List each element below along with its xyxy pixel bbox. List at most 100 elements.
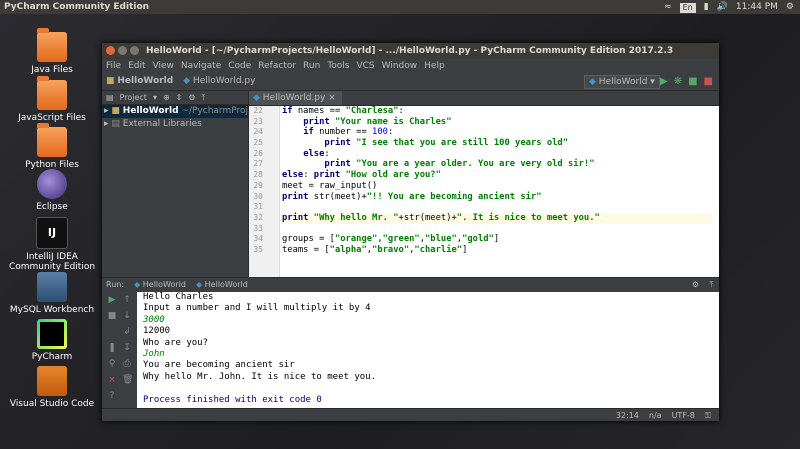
active-app-name: PyCharm Community Edition	[4, 2, 150, 12]
desktop-icon-mysql-workbench[interactable]: MySQL Workbench	[2, 272, 102, 315]
menu-view[interactable]: View	[153, 59, 174, 73]
hide-icon[interactable]: ⤒	[709, 278, 713, 292]
menu-bar: File Edit View Navigate Code Refactor Ru…	[102, 59, 719, 73]
soft-wrap-icon[interactable]: ↲	[122, 327, 132, 337]
minimize-window-button[interactable]	[118, 46, 127, 55]
menu-help[interactable]: Help	[424, 59, 445, 73]
delete-icon[interactable]: 🗑	[122, 375, 133, 385]
line-number: 35	[253, 244, 263, 254]
collapse-icon[interactable]: ⇕	[176, 91, 183, 104]
settings-gear-icon[interactable]: ⚙	[786, 0, 794, 14]
debug-icon[interactable]: ❋	[674, 73, 682, 90]
close-window-button[interactable]	[106, 46, 115, 55]
wifi-icon[interactable]: ≈	[664, 0, 672, 14]
console-line: Process finished with exit code 0	[143, 394, 322, 405]
code-line[interactable]: groups = ["orange","green","blue","gold"…	[282, 234, 712, 245]
project-view-selector[interactable]: Project	[120, 91, 147, 104]
run-console[interactable]: Hello Charles Input a number and I will m…	[137, 292, 719, 408]
expand-arrow-icon[interactable]: ▸	[104, 119, 109, 129]
code-line[interactable]: print "Your name is Charles"	[282, 117, 712, 128]
expand-arrow-icon[interactable]: ▸	[104, 106, 109, 116]
rerun-icon[interactable]: ▶	[107, 295, 117, 305]
line-number-gutter[interactable]: 22 23 24 25 26 27 28 29 30 31 32 33 34 35	[249, 106, 280, 277]
run-icon[interactable]: ▶	[660, 73, 668, 90]
maximize-window-button[interactable]	[130, 46, 139, 55]
file-encoding[interactable]: UTF-8	[672, 409, 695, 421]
code-line[interactable]: meet = raw_input()	[282, 181, 712, 192]
line-number: 32	[253, 212, 263, 222]
menu-file[interactable]: File	[106, 59, 121, 73]
code-editor[interactable]: ◆ HelloWorld.py × 22 23 24 25 26 27 28 29 30 31 32…	[249, 91, 719, 277]
tree-item-external-libraries[interactable]: ▸ ▤ External Libraries	[102, 118, 248, 131]
status-bar-widgets: 32:14 n/a UTF-8 ⚿	[616, 409, 711, 421]
menu-vcs[interactable]: VCS	[356, 59, 374, 73]
hide-icon[interactable]: ⤒	[202, 91, 206, 104]
code-line[interactable]: teams = ["alpha","bravo","charlie"]	[282, 245, 712, 256]
clock[interactable]: 11:44 PM	[736, 0, 778, 14]
pin-icon[interactable]: ⚲	[107, 359, 117, 369]
stop-icon[interactable]: ■	[107, 311, 117, 321]
close-icon[interactable]: ×	[107, 375, 117, 385]
code-line[interactable]: else:	[282, 149, 712, 160]
print-icon[interactable]: ⎙	[122, 359, 132, 369]
help-icon[interactable]: ?	[107, 391, 117, 401]
tree-item-path: ~/PycharmProjects/HelloWorld	[181, 106, 248, 116]
console-line: Why hello Mr. John. It is nice to meet y…	[143, 371, 376, 382]
menu-navigate[interactable]: Navigate	[181, 59, 221, 73]
lock-icon[interactable]: ⚿	[705, 409, 711, 421]
menu-run[interactable]: Run	[303, 59, 320, 73]
scroll-to-end-icon[interactable]: ↧	[122, 343, 132, 353]
code-line[interactable]: if names == "Charlesa":	[282, 106, 712, 117]
menu-edit[interactable]: Edit	[128, 59, 145, 73]
menu-tools[interactable]: Tools	[327, 59, 349, 73]
gear-icon[interactable]: ⚙	[692, 278, 699, 292]
run-configuration-select[interactable]: ◆ HelloWorld ▾	[584, 75, 660, 89]
close-icon[interactable]: ×	[328, 93, 336, 103]
desktop-icon-javascript-files[interactable]: JavaScript Files	[2, 76, 102, 123]
tree-item-project-root[interactable]: ▸ ■ HelloWorld ~/PycharmProjects/HelloWo…	[102, 105, 248, 118]
breadcrumb-project-label: HelloWorld	[117, 76, 174, 86]
code-line[interactable]	[282, 202, 712, 213]
line-number: 27	[253, 159, 263, 169]
caret-position[interactable]: 32:14	[616, 409, 639, 421]
target-icon[interactable]: ⊕	[163, 91, 170, 104]
scroll-down-icon[interactable]: ↓	[122, 311, 132, 321]
line-separator[interactable]: n/a	[649, 409, 662, 421]
scroll-up-icon[interactable]: ↑	[122, 295, 132, 305]
window-controls	[106, 46, 139, 55]
code-line[interactable]: else: print "How old are you?"	[282, 170, 712, 181]
desktop-icon-eclipse[interactable]: Eclipse	[2, 169, 102, 212]
code-line[interactable]	[282, 224, 712, 235]
menu-refactor[interactable]: Refactor	[258, 59, 296, 73]
code-line[interactable]: print "You are a year older. You are ver…	[282, 159, 712, 170]
run-configuration-label: HelloWorld	[598, 77, 648, 87]
code-line[interactable]: print str(meet)+"!! You are becoming anc…	[282, 192, 712, 203]
breadcrumb-project[interactable]: ■ HelloWorld	[106, 73, 173, 90]
run-tab-1[interactable]: ◆ HelloWorld	[134, 278, 186, 292]
menu-code[interactable]: Code	[228, 59, 251, 73]
desktop-icon-python-files[interactable]: Python Files	[2, 123, 102, 170]
desktop-icon-java-files[interactable]: Java Files	[2, 28, 102, 75]
desktop-icon-vscode[interactable]: Visual Studio Code	[2, 366, 102, 409]
code-area[interactable]: if names == "Charlesa": print "Your name…	[282, 106, 712, 277]
gear-icon[interactable]: ⚙	[188, 91, 195, 104]
pause-icon[interactable]: ❚	[107, 343, 117, 353]
run-tab-2[interactable]: ◆ HelloWorld	[196, 278, 248, 292]
stop-icon[interactable]: ■	[704, 73, 713, 90]
editor-tab-helloworld[interactable]: ◆ HelloWorld.py ×	[249, 91, 342, 105]
code-line[interactable]: if number == 100:	[282, 127, 712, 138]
folder-icon: ■	[111, 106, 120, 116]
code-line-current[interactable]: print "Why hello Mr. "+str(meet)+". It i…	[282, 212, 712, 224]
menu-window[interactable]: Window	[382, 59, 418, 73]
code-line[interactable]: print "I see that you are still 100 year…	[282, 138, 712, 149]
window-title-bar[interactable]: HelloWorld - [~/PycharmProjects/HelloWor…	[102, 43, 719, 59]
desktop-icon-pycharm[interactable]: PyCharm	[2, 319, 102, 362]
volume-icon[interactable]: 🔊	[717, 0, 728, 14]
run-with-coverage-icon[interactable]: ■	[688, 73, 697, 90]
keyboard-layout-indicator[interactable]: En	[679, 3, 696, 13]
intellij-icon: IJ	[36, 217, 68, 249]
chevron-down-icon[interactable]: ▾	[153, 91, 157, 104]
desktop-icon-intellij[interactable]: IJ IntelliJ IDEA Community Edition	[2, 217, 102, 272]
breadcrumb-file[interactable]: ◆ HelloWorld.py	[183, 73, 255, 90]
battery-icon[interactable]: ▮	[704, 0, 709, 14]
